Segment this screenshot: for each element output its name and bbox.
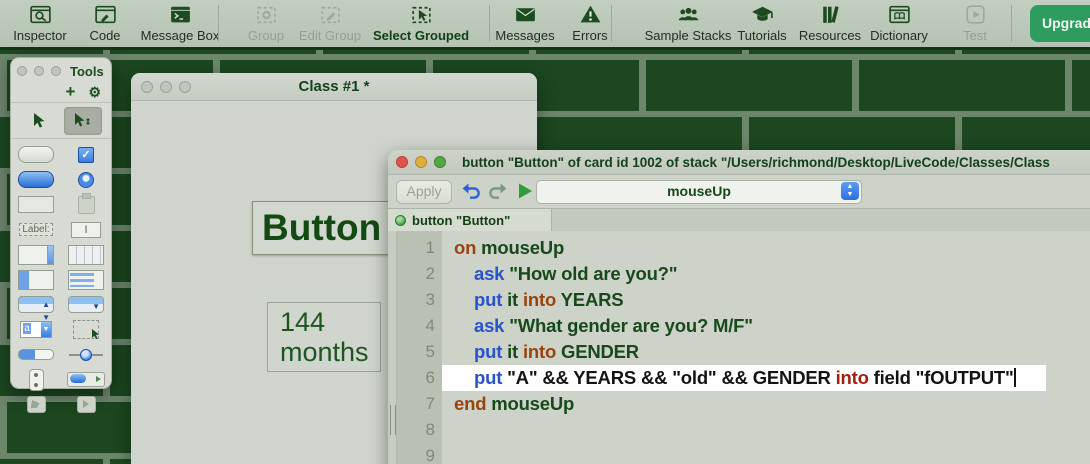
tools-palette-titlebar: Tools [11, 58, 111, 81]
code-line[interactable]: end mouseUp [442, 391, 1090, 417]
script-editor-body: 1 2 3 4 5 6 7 8 9 on mouseUp ask "How old are you… [388, 231, 1090, 464]
pointer-tools-row [11, 103, 111, 139]
apply-button[interactable]: Apply [396, 180, 452, 204]
code-line[interactable]: put it into YEARS [442, 287, 1090, 313]
minimize-window-button[interactable] [415, 156, 427, 168]
desktop: Inspector Code Message Box Group Edit Gr… [0, 0, 1090, 464]
text-entry-tool[interactable]: I [71, 221, 101, 238]
line-number: 5 [425, 342, 435, 361]
upgrade-button[interactable]: Upgrade [1030, 5, 1090, 42]
tab-status-dot-icon [395, 215, 406, 226]
code-line[interactable]: ask "What gender are you? M/F" [442, 313, 1090, 339]
oval-button-tool[interactable] [18, 146, 54, 163]
field-line: months [280, 337, 369, 367]
code-line[interactable]: ask "How old are you?" [442, 261, 1090, 287]
gear-icon[interactable]: ⚙ [88, 82, 101, 103]
code-lines[interactable]: on mouseUp ask "How old are you?" put it i… [442, 231, 1090, 464]
line-number: 6 [425, 368, 435, 387]
tools-grid: ✓ Label: I ▲ ▼ ▼ a ▼ [11, 139, 111, 417]
handler-selector-value: mouseUp [667, 183, 731, 199]
main-toolbar: Inspector Code Message Box Group Edit Gr… [0, 0, 1090, 50]
field-line: 144 [280, 307, 326, 337]
sidebar-collapse-rail[interactable] [388, 231, 397, 464]
tools-palette-actions: + ⚙ [11, 81, 111, 103]
script-editor-window: button "Button" of card id 1002 of stack… [388, 150, 1090, 464]
code-line[interactable]: put it into GENDER [442, 339, 1090, 365]
stepper-tool[interactable] [28, 368, 44, 391]
checkbox-tool[interactable]: ✓ [78, 146, 94, 163]
line-number: 9 [425, 446, 435, 464]
group-select-tool[interactable] [73, 320, 100, 340]
script-editor-tabrow: button "Button" [388, 209, 1090, 233]
undo-icon[interactable] [460, 180, 482, 202]
drag-handle-icon[interactable] [390, 405, 396, 435]
combo-box-tool[interactable]: a ▼ [20, 321, 52, 338]
scrolling-list-tool[interactable] [68, 269, 104, 290]
line-number: 2 [425, 264, 435, 283]
code-line[interactable] [442, 443, 1090, 464]
window-controls[interactable] [17, 66, 61, 76]
rectangle-button-tool[interactable] [18, 196, 54, 213]
zoom-window-button[interactable] [434, 156, 446, 168]
code-line[interactable]: on mouseUp [442, 235, 1090, 261]
option-menu-tool[interactable]: ▲ ▼ [18, 296, 54, 322]
chevron-up-down-icon: ▲ ▼ [841, 182, 859, 200]
close-window-button[interactable] [396, 156, 408, 168]
rounded-button-tool[interactable] [18, 171, 54, 188]
code-line[interactable]: put "A" && YEARS && "old" && GENDER into… [442, 365, 1090, 391]
table-field-tool[interactable] [68, 244, 104, 265]
script-tab[interactable]: button "Button" [388, 209, 552, 232]
close-window-button[interactable] [17, 66, 27, 76]
script-editor-titlebar[interactable]: button "Button" of card id 1002 of stack… [388, 150, 1090, 175]
minimize-window-button[interactable] [34, 66, 44, 76]
player-tool[interactable] [76, 396, 96, 413]
stack-output-field[interactable]: 144 months [267, 302, 381, 372]
edit-pointer-tool[interactable] [64, 106, 102, 135]
line-number: 4 [425, 316, 435, 335]
list-field-tool[interactable] [18, 269, 54, 290]
toolbar-separator [611, 5, 612, 42]
zoom-window-button[interactable] [51, 66, 61, 76]
progress-bar-tool[interactable] [18, 349, 54, 360]
popup-menu-tool[interactable]: ▼ [68, 296, 104, 313]
player-bar-tool[interactable] [67, 372, 105, 387]
clipboard-tool[interactable] [77, 192, 95, 214]
stack-window-titlebar[interactable]: Class #1 * [131, 73, 537, 101]
slider-tool[interactable] [69, 348, 103, 362]
code-line[interactable] [442, 417, 1090, 443]
script-editor-toolbar: Apply mouseUp ▲ ▼ [388, 175, 1090, 209]
stack-button-control[interactable]: Button [252, 201, 394, 255]
text-caret [1013, 368, 1016, 387]
tools-palette: Tools + ⚙ ✓ Label: I ▲ ▼ ▼ a ▼ [10, 57, 112, 413]
script-editor-title: button "Button" of card id 1002 of stack… [462, 154, 1050, 170]
line-number: 1 [425, 238, 435, 257]
tools-palette-title: Tools [70, 63, 104, 79]
label-tool[interactable]: Label: [19, 223, 53, 236]
test-play-icon [910, 2, 1040, 28]
handler-selector[interactable]: mouseUp ▲ ▼ [536, 180, 862, 204]
gutter: 1 2 3 4 5 6 7 8 9 [397, 231, 442, 464]
stack-window-title: Class #1 * [298, 78, 370, 95]
radio-button-tool[interactable] [78, 171, 94, 188]
window-controls[interactable] [396, 156, 446, 168]
line-number: 3 [425, 290, 435, 309]
field-scrollbar-tool[interactable] [18, 244, 54, 265]
toolbar-label: Test [963, 28, 987, 43]
graphic-tool[interactable] [26, 396, 46, 413]
browse-pointer-tool[interactable] [20, 107, 58, 135]
line-number: 8 [425, 420, 435, 439]
line-number: 7 [425, 394, 435, 413]
run-script-icon[interactable] [514, 180, 536, 202]
add-control-icon[interactable]: + [66, 81, 76, 102]
script-tab-label: button "Button" [412, 213, 511, 228]
redo-icon[interactable] [486, 180, 508, 202]
toolbar-item-test[interactable]: Test [910, 2, 1040, 43]
